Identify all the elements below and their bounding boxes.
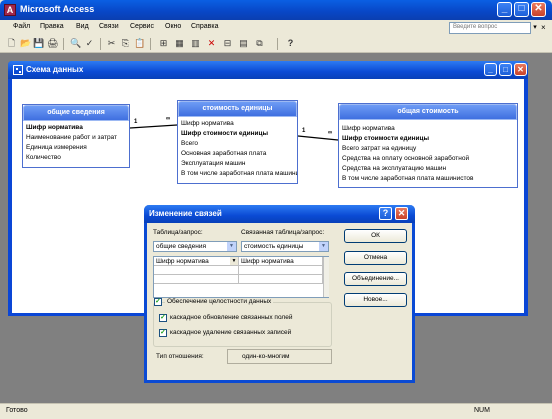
related-table-label: Связанная таблица/запрос:: [241, 229, 325, 236]
table-select[interactable]: общие сведения ▼: [153, 241, 237, 252]
cancel-button[interactable]: Отмена: [344, 251, 407, 265]
chevron-down-icon[interactable]: ▼: [319, 242, 328, 251]
edit-relationships-dialog: Изменение связей ? ✕ Таблица/запрос: Свя…: [144, 205, 415, 383]
relation-1-many: ∞: [166, 116, 171, 122]
table-field[interactable]: Эксплуатация машин: [178, 159, 297, 169]
cascade-update-label: каскадное обновление связанных полей: [170, 314, 293, 321]
integrity-options-group: [153, 302, 332, 347]
grid-right-field[interactable]: Шифр норматива: [239, 257, 323, 266]
cascade-delete-label: каскадное удаление связанных записей: [170, 329, 292, 336]
grid-empty-cell[interactable]: [154, 275, 239, 284]
field-mapping-grid[interactable]: Шифр норматива ▼ Шифр норматива: [153, 256, 329, 298]
grid-left-field-value: Шифр норматива: [156, 258, 209, 265]
table-field[interactable]: В том числе заработная плата машинистов: [178, 169, 297, 179]
status-bar: Готово NUM: [0, 403, 552, 419]
chevron-down-icon[interactable]: ▼: [227, 242, 236, 251]
table-field[interactable]: Наименование работ и затрат: [23, 133, 129, 143]
grid-empty-cell[interactable]: [154, 266, 239, 275]
table-general-info[interactable]: общие сведения Шифр норматива Наименован…: [22, 104, 130, 168]
ok-button[interactable]: ОК: [344, 229, 407, 243]
related-table-select-value: стоимость единицы: [244, 243, 304, 250]
integrity-label: Обеспечение целостности данных: [165, 298, 274, 305]
table-field[interactable]: Всего затрат на единицу: [339, 144, 517, 154]
table-title[interactable]: стоимость единицы: [178, 101, 297, 117]
grid-left-field[interactable]: Шифр норматива ▼: [154, 257, 239, 266]
dialog-title: Изменение связей: [149, 209, 222, 218]
table-field[interactable]: Основная заработная плата: [178, 149, 297, 159]
relation-line-2[interactable]: [297, 135, 339, 141]
chevron-down-icon[interactable]: ▼: [230, 257, 238, 265]
table-field[interactable]: Средства на оплату основной заработной: [339, 154, 517, 164]
table-field[interactable]: Средства на эксплуатацию машин: [339, 164, 517, 174]
grid-scrollbar[interactable]: [323, 257, 329, 297]
relation-2-one: 1: [302, 128, 306, 134]
table-field[interactable]: Всего: [178, 139, 297, 149]
table-label: Таблица/запрос:: [153, 229, 203, 236]
grid-empty-cell[interactable]: [239, 275, 323, 284]
table-field[interactable]: Единица измерения: [23, 143, 129, 153]
table-field[interactable]: Шифр норматива: [178, 119, 297, 129]
related-table-select[interactable]: стоимость единицы ▼: [241, 241, 329, 252]
relation-type-label: Тип отношения:: [156, 353, 204, 360]
status-text: Готово: [6, 407, 28, 414]
table-field[interactable]: Количество: [23, 153, 129, 163]
table-select-value: общие сведения: [156, 243, 206, 250]
relation-1-one: 1: [134, 119, 138, 125]
relation-type-value: один-ко-многим: [227, 349, 332, 364]
table-field[interactable]: Шифр стоимости единицы: [339, 134, 517, 144]
dialog-help-button[interactable]: ?: [379, 207, 392, 220]
grid-empty-cell[interactable]: [239, 266, 323, 275]
table-field[interactable]: Шифр стоимости единицы: [178, 129, 297, 139]
cascade-update-checkbox[interactable]: ✓: [159, 314, 167, 322]
table-title[interactable]: общая стоимость: [339, 104, 517, 120]
table-unit-cost[interactable]: стоимость единицы Шифр норматива Шифр ст…: [177, 100, 298, 184]
dialog-close-button[interactable]: ✕: [395, 207, 408, 220]
num-lock-indicator: NUM: [474, 407, 490, 414]
table-total-cost[interactable]: общая стоимость Шифр норматива Шифр стои…: [338, 103, 518, 188]
relation-2-many: ∞: [328, 130, 333, 136]
relation-line-1[interactable]: [129, 124, 178, 129]
cascade-delete-checkbox[interactable]: ✓: [159, 329, 167, 337]
table-title[interactable]: общие сведения: [23, 105, 129, 121]
integrity-checkbox[interactable]: ✓: [154, 298, 162, 306]
table-field[interactable]: Шифр норматива: [339, 124, 517, 134]
table-field[interactable]: В том числе заработная плата машинистов: [339, 174, 517, 184]
create-new-button[interactable]: Новое...: [344, 293, 407, 307]
dialog-title-bar: Изменение связей ? ✕: [144, 205, 415, 223]
table-field[interactable]: Шифр норматива: [23, 123, 129, 133]
join-type-button[interactable]: Объединение...: [344, 272, 407, 286]
